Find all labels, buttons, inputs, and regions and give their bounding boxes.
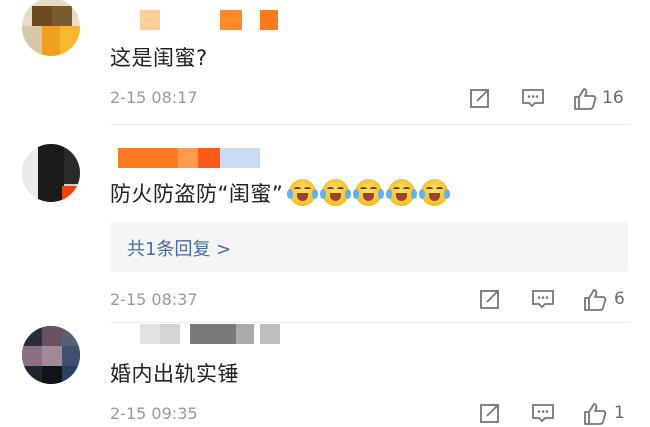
- like-count: 16: [602, 88, 624, 108]
- avatar[interactable]: [22, 0, 80, 56]
- share-icon[interactable]: [468, 86, 492, 112]
- username-blurred[interactable]: [140, 10, 280, 30]
- like-count: 6: [614, 289, 625, 309]
- comment-text: 婚内出轨实锤: [110, 362, 239, 386]
- thumbs-up-icon[interactable]: [582, 401, 608, 427]
- laugh-cry-emoji: [353, 179, 385, 206]
- username-blurred[interactable]: [140, 324, 280, 344]
- laugh-cry-emoji: [320, 179, 352, 206]
- comment-actions: 6: [478, 287, 628, 313]
- avatar[interactable]: [22, 144, 80, 202]
- comment-icon[interactable]: [530, 287, 556, 313]
- laugh-cry-emoji: [386, 179, 418, 206]
- comment-time: 2-15 08:17: [110, 88, 198, 107]
- like-count: 1: [614, 403, 625, 423]
- laugh-cry-emoji: [287, 179, 319, 206]
- comment-icon[interactable]: [520, 86, 546, 112]
- share-icon[interactable]: [478, 401, 502, 427]
- comment-icon[interactable]: [530, 401, 556, 427]
- laugh-cry-emoji: [419, 179, 451, 206]
- thumbs-up-icon[interactable]: [572, 86, 598, 112]
- comment-actions: 1: [478, 401, 628, 427]
- comment-text-content: 防火防盗防“闺蜜”: [110, 182, 284, 206]
- thumbs-up-icon[interactable]: [582, 287, 608, 313]
- comment-time: 2-15 08:37: [110, 290, 198, 309]
- comment-time: 2-15 09:35: [110, 404, 198, 423]
- comment-item: 防火防盗防“闺蜜” 共1条回复 > 2-15 08:37 6: [0, 130, 650, 320]
- comment-text: 这是闺蜜?: [110, 46, 208, 70]
- share-icon[interactable]: [478, 287, 502, 313]
- avatar[interactable]: [22, 326, 80, 384]
- comment-item: 婚内出轨实锤 2-15 09:35 1: [0, 322, 650, 427]
- reply-box: 共1条回复 >: [110, 222, 628, 272]
- view-replies-link[interactable]: 共1条回复 >: [127, 235, 231, 261]
- username-blurred[interactable]: [118, 148, 260, 168]
- divider: [110, 124, 630, 125]
- comment-actions: 16: [468, 86, 628, 112]
- comment-item: 这是闺蜜? 2-15 08:17 16: [0, 0, 650, 120]
- comment-text: 防火防盗防“闺蜜”: [110, 178, 451, 208]
